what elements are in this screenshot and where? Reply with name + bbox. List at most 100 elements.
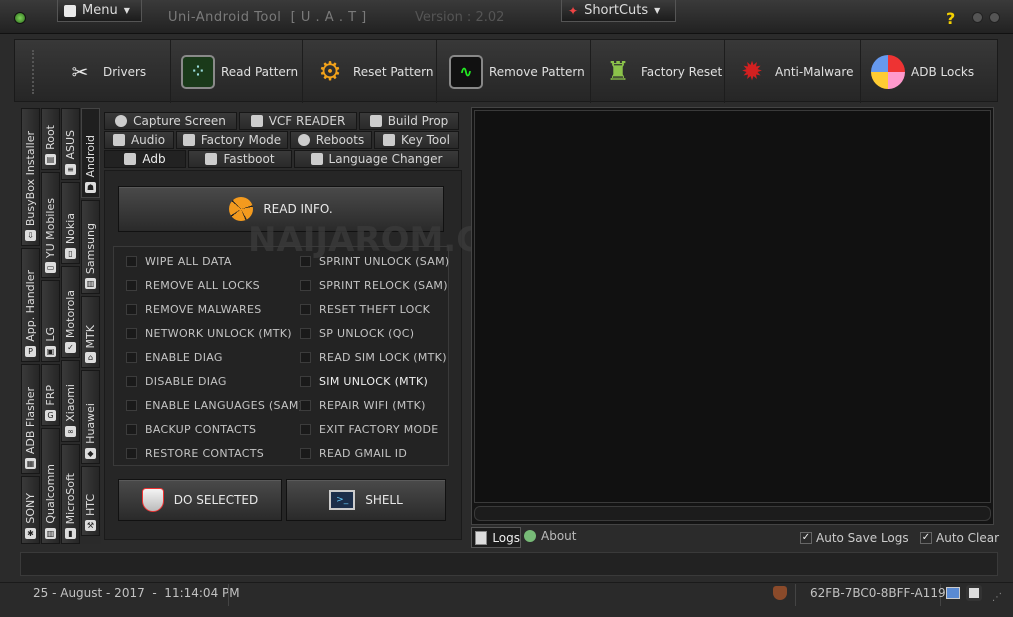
tab-vcf-reader[interactable]: VCF READER	[239, 112, 357, 130]
vtab-busybox-installer[interactable]: BusyBox Installer ⇩	[21, 108, 40, 246]
option-restore-contacts[interactable]: RESTORE CONTACTS	[126, 447, 264, 460]
option-read-sim-lock[interactable]: READ SIM LOCK (MTK)	[300, 351, 447, 364]
tab-fastboot[interactable]: Fastboot	[188, 150, 292, 168]
vtab-column-1: BusyBox Installer ⇩ App. Handler P ADB Fla…	[21, 108, 41, 544]
vtab-htc[interactable]: HTC ⚒	[81, 466, 100, 536]
check-icon: ✓	[920, 532, 932, 544]
factory-reset-button[interactable]: ♜ Factory Reset	[601, 40, 725, 103]
clipboard-icon: ▤	[45, 154, 56, 165]
vtab-sony[interactable]: SONY ✱	[21, 476, 40, 544]
installer-icon: ⇩	[25, 230, 36, 241]
tab-logs[interactable]: Logs	[471, 527, 521, 548]
option-sprint-unlock[interactable]: SPRINT UNLOCK (SAM)	[300, 255, 450, 268]
remove-pattern-button[interactable]: ∿ Remove Pattern	[449, 40, 591, 103]
hardware-id: 62FB-7BC0-8BFF-A119	[810, 586, 946, 600]
menu-button[interactable]: Menu ▼	[57, 0, 142, 22]
checkbox-icon	[182, 134, 195, 146]
android-icon: ☗	[85, 182, 96, 193]
tab-adb[interactable]: Adb	[104, 150, 186, 168]
option-reset-theft-lock[interactable]: RESET THEFT LOCK	[300, 303, 430, 316]
drivers-button[interactable]: ✂ Drivers	[63, 40, 171, 103]
vtab-column-4: Android ☗ Samsung ▥ MTK ⌂ Huawei ◆ HTC ⚒	[81, 108, 101, 544]
option-repair-wifi[interactable]: REPAIR WIFI (MTK)	[300, 399, 426, 412]
monitor-icon[interactable]	[946, 587, 960, 599]
tab-language-changer[interactable]: Language Changer	[294, 150, 459, 168]
menu-icon	[64, 4, 76, 17]
option-network-unlock-mtk[interactable]: NETWORK UNLOCK (MTK)	[126, 327, 292, 340]
vtab-nokia[interactable]: Nokia ▯	[61, 182, 80, 264]
option-read-gmail-id[interactable]: READ GMAIL ID	[300, 447, 407, 460]
option-remove-all-locks[interactable]: REMOVE ALL LOCKS	[126, 279, 260, 292]
tab-reboots[interactable]: Reboots	[290, 131, 372, 149]
adb-locks-button[interactable]: ADB Locks	[871, 40, 991, 103]
camera-icon[interactable]	[966, 585, 982, 601]
tab-factory-mode[interactable]: Factory Mode	[176, 131, 288, 149]
log-output[interactable]	[474, 110, 991, 503]
vtab-huawei[interactable]: Huawei ◆	[81, 370, 100, 464]
vtab-column-2: Root ▤ YU Mobiles ▭ LG ▣ FRP G Qualcomm ▥	[41, 108, 61, 544]
tab-key-tool[interactable]: Key Tool	[374, 131, 459, 149]
pie-chart-icon	[871, 54, 905, 89]
option-sp-unlock-qc[interactable]: SP UNLOCK (QC)	[300, 327, 414, 340]
tab-capture-screen[interactable]: Capture Screen	[104, 112, 237, 130]
option-disable-diag[interactable]: DISABLE DIAG	[126, 375, 227, 388]
vtab-mtk[interactable]: MTK ⌂	[81, 296, 100, 368]
vtab-motorola[interactable]: Motorola ✓	[61, 266, 80, 358]
chevron-down-icon: ▼	[123, 6, 130, 15]
vtab-frp[interactable]: FRP G	[41, 364, 60, 426]
vtab-qualcomm[interactable]: Qualcomm ▥	[41, 428, 60, 544]
vtab-app-handler[interactable]: App. Handler P	[21, 248, 40, 362]
footer-divider	[795, 584, 796, 606]
log-scrollbar[interactable]	[474, 506, 991, 521]
tab-build-prop[interactable]: Build Prop	[359, 112, 459, 130]
option-sim-unlock-mtk[interactable]: SIM UNLOCK (MTK)	[300, 375, 428, 388]
option-wipe-all-data[interactable]: WIPE ALL DATA	[126, 255, 232, 268]
option-enable-diag[interactable]: ENABLE DIAG	[126, 351, 223, 364]
auto-clear-checkbox[interactable]: ✓ Auto Clear	[920, 531, 999, 545]
gears-icon: ⚙	[318, 56, 342, 87]
phone-icon: ▯	[65, 248, 76, 259]
chevron-down-icon: ▼	[654, 6, 661, 15]
terminal-icon: >_	[329, 490, 356, 510]
basket-icon: ⌂	[85, 352, 96, 363]
resize-grip-icon[interactable]: ⋰	[992, 592, 1002, 603]
close-icon[interactable]	[989, 12, 1000, 23]
virus-icon: ✹	[741, 56, 763, 87]
app-title: Uni-Android Tool [ U . A . T ]	[168, 10, 367, 25]
anti-malware-button[interactable]: ✹ Anti-Malware	[735, 40, 861, 103]
bank-icon	[124, 153, 137, 165]
user-icon	[524, 530, 536, 542]
vtab-microsoft[interactable]: MicroSoft ▮	[61, 444, 80, 544]
app-logo-icon	[14, 12, 26, 24]
help-icon[interactable]: ?	[946, 9, 955, 28]
paypal-icon	[205, 153, 218, 165]
vtab-android[interactable]: Android ☗	[81, 108, 100, 198]
tab-about[interactable]: About	[524, 529, 576, 543]
datetime-label: 25 - August - 2017 - 11:14:04 PM	[33, 586, 240, 600]
reset-pattern-button[interactable]: ⚙ Reset Pattern	[313, 40, 437, 103]
do-selected-button[interactable]: DO SELECTED	[118, 479, 282, 521]
option-backup-contacts[interactable]: BACKUP CONTACTS	[126, 423, 256, 436]
vtab-adb-flasher[interactable]: ADB Flasher ▦	[21, 364, 40, 474]
read-pattern-button[interactable]: ⁘ Read Pattern	[181, 40, 303, 103]
option-sprint-relock[interactable]: SPRINT RELOCK (SAM)	[300, 279, 448, 292]
vtab-yu-mobiles[interactable]: YU Mobiles ▭	[41, 172, 60, 278]
vtab-asus[interactable]: ASUS ≡	[61, 108, 80, 180]
option-exit-factory-mode[interactable]: EXIT FACTORY MODE	[300, 423, 438, 436]
shell-button[interactable]: >_ SHELL	[286, 479, 446, 521]
star-icon	[310, 153, 323, 165]
minimize-icon[interactable]	[972, 12, 983, 23]
auto-save-logs-checkbox[interactable]: ✓ Auto Save Logs	[800, 531, 909, 545]
vtab-lg[interactable]: LG ▣	[41, 280, 60, 362]
vtab-root[interactable]: Root ▤	[41, 108, 60, 170]
title-bar	[0, 0, 1013, 34]
vtab-samsung[interactable]: Samsung ▥	[81, 200, 100, 294]
tab-audio[interactable]: Audio	[104, 131, 174, 149]
bank-icon: ▥	[85, 278, 96, 289]
option-remove-malwares[interactable]: REMOVE MALWARES	[126, 303, 262, 316]
heartbeat-monitor-icon: ∿	[449, 54, 483, 89]
shield-badge-icon	[773, 586, 787, 600]
option-enable-languages[interactable]: ENABLE LANGUAGES (SAM)	[126, 399, 303, 412]
shortcuts-button[interactable]: ✦ ShortCuts ▼	[561, 0, 676, 22]
vtab-xiaomi[interactable]: Xiaomi ∞	[61, 360, 80, 442]
